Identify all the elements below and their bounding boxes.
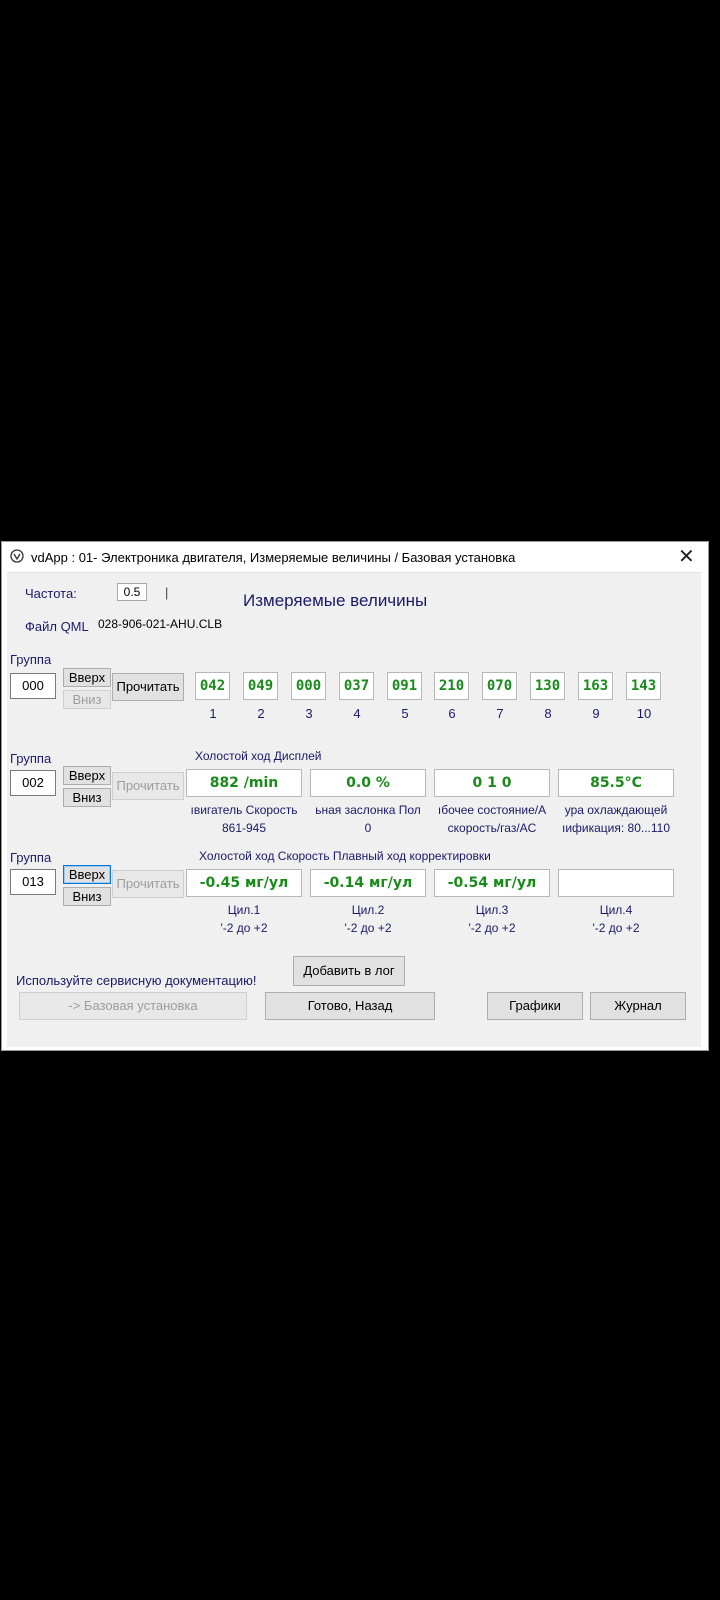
title-bar: vdApp : 01- Электроника двигателя, Измер…	[2, 542, 708, 572]
group3-read-button[interactable]: Прочитать	[112, 870, 184, 898]
raw-value-9: 163	[578, 672, 613, 700]
group2-range-4: ıификация: 80...110	[561, 821, 671, 835]
basic-setting-button[interactable]: -> Базовая установка	[19, 992, 247, 1020]
frequency-marker: |	[165, 585, 169, 600]
group2-range-1: 861-945	[221, 821, 267, 835]
field-number-4: 4	[353, 706, 361, 721]
vdapp-window: vdApp : 01- Электроника двигателя, Измер…	[1, 541, 709, 1051]
group3-range-3: '-2 до +2	[468, 921, 516, 935]
group1-label: Группа	[10, 652, 52, 667]
close-icon[interactable]: ✕	[678, 544, 695, 569]
group2-label: Группа	[10, 751, 52, 766]
group2-value-3: 0 1 0	[434, 769, 550, 797]
field-number-9: 9	[592, 706, 600, 721]
frequency-field[interactable]: 0.5	[117, 583, 147, 601]
group2-down-button[interactable]: Вниз	[63, 788, 111, 807]
group3-name-2: Цил.2	[351, 903, 385, 917]
group2-read-button[interactable]: Прочитать	[112, 772, 184, 800]
raw-value-1: 042	[195, 672, 230, 700]
group2-value-2: 0.0 %	[310, 769, 426, 797]
group2-input[interactable]: 002	[10, 770, 56, 796]
group3-value-3: -0.54 мг/ул	[434, 869, 550, 897]
group3-value-4	[558, 869, 674, 897]
group2-name-4: ура охлаждающей	[564, 803, 668, 817]
raw-value-4: 037	[339, 672, 374, 700]
group3-name-3: Цил.3	[475, 903, 509, 917]
group2-range-3: скорость/газ/AC	[447, 821, 537, 835]
page-title: Измеряемые величины	[243, 591, 428, 610]
field-number-5: 5	[401, 706, 409, 721]
field-number-2: 2	[257, 706, 265, 721]
raw-value-5: 091	[387, 672, 422, 700]
group3-range-1: '-2 до +2	[220, 921, 268, 935]
raw-value-6: 210	[434, 672, 469, 700]
group3-caption: Холостой ход Скорость Плавный ход коррек…	[199, 849, 491, 863]
group2-value-1: 882 /min	[186, 769, 302, 797]
group3-label: Группа	[10, 850, 52, 865]
raw-value-3: 000	[291, 672, 326, 700]
raw-value-2: 049	[243, 672, 278, 700]
group1-down-button[interactable]: Вниз	[63, 690, 111, 709]
group2-up-button[interactable]: Вверх	[63, 766, 111, 785]
field-number-3: 3	[305, 706, 313, 721]
field-number-1: 1	[209, 706, 217, 721]
field-number-7: 7	[496, 706, 504, 721]
raw-value-7: 070	[482, 672, 517, 700]
group3-range-2: '-2 до +2	[344, 921, 392, 935]
frequency-label: Частота:	[25, 586, 77, 601]
group2-name-3: ıбочее состояние/А	[437, 803, 547, 817]
group3-name-4: Цил.4	[599, 903, 633, 917]
group2-caption: Холостой ход Дисплей	[195, 749, 322, 763]
service-doc-notice: Используйте сервисную документацию!	[16, 973, 257, 988]
group3-value-2: -0.14 мг/ул	[310, 869, 426, 897]
graphs-button[interactable]: Графики	[487, 992, 583, 1020]
group2-name-1: ıвигатель Скорость	[190, 803, 298, 817]
group1-up-button[interactable]: Вверх	[63, 668, 111, 687]
group3-range-4: '-2 до +2	[592, 921, 640, 935]
group3-input[interactable]: 013	[10, 869, 56, 895]
add-to-log-button[interactable]: Добавить в лог	[293, 956, 405, 986]
field-number-8: 8	[544, 706, 552, 721]
group3-name-1: Цил.1	[227, 903, 261, 917]
client-area: Частота: 0.5 | Файл QML 028-906-021-AHU.…	[7, 572, 701, 1047]
journal-button[interactable]: Журнал	[590, 992, 686, 1020]
file-name: 028-906-021-AHU.CLB	[98, 617, 223, 631]
group2-range-2: 0	[364, 821, 372, 835]
raw-value-10: 143	[626, 672, 661, 700]
raw-value-8: 130	[530, 672, 565, 700]
group3-up-button[interactable]: Вверх	[63, 865, 111, 884]
field-number-10: 10	[636, 706, 652, 721]
window-title: vdApp : 01- Электроника двигателя, Измер…	[31, 550, 516, 565]
group2-name-2: ьная заслонка Пол	[315, 803, 421, 817]
file-label: Файл QML	[25, 619, 89, 634]
app-icon	[10, 549, 24, 563]
done-back-button[interactable]: Готово, Назад	[265, 992, 435, 1020]
group3-value-1: -0.45 мг/ул	[186, 869, 302, 897]
group2-value-4: 85.5°C	[558, 769, 674, 797]
field-number-6: 6	[448, 706, 456, 721]
group3-down-button[interactable]: Вниз	[63, 887, 111, 906]
group1-read-button[interactable]: Прочитать	[112, 673, 184, 701]
group1-input[interactable]: 000	[10, 673, 56, 699]
